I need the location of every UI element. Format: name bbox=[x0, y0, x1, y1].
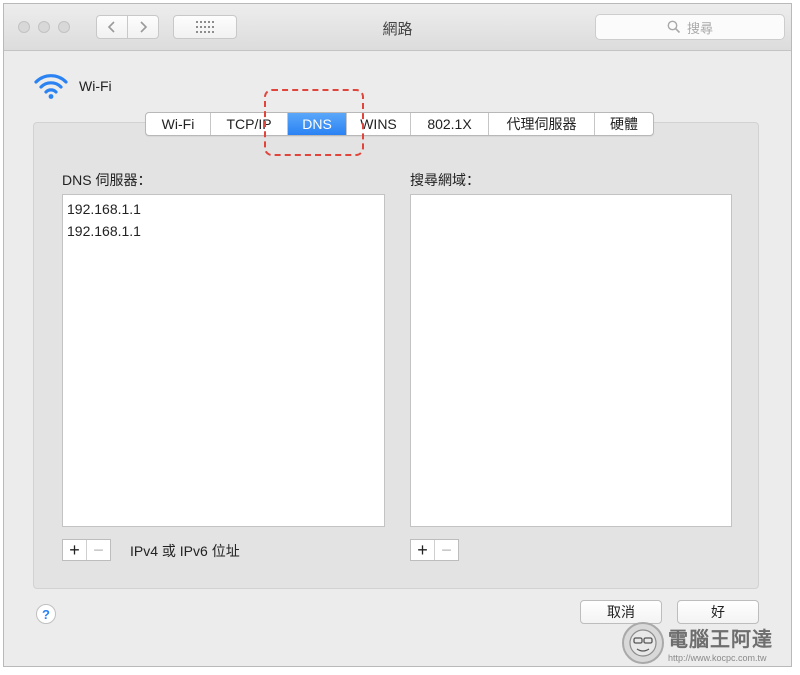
search-icon bbox=[667, 20, 681, 34]
title-bar: 網路 搜尋 bbox=[4, 4, 791, 51]
tab-wins[interactable]: WINS bbox=[347, 113, 411, 135]
mascot-logo-icon bbox=[622, 622, 664, 664]
dns-servers-label: DNS 伺服器： bbox=[62, 172, 152, 188]
list-item[interactable]: 192.168.1.1 bbox=[63, 198, 384, 220]
dns-remove-button[interactable]: − bbox=[87, 540, 110, 560]
list-item[interactable]: 192.168.1.1 bbox=[63, 220, 384, 242]
domains-add-remove-control: + − bbox=[410, 539, 459, 561]
help-button[interactable]: ? bbox=[36, 604, 56, 624]
tab-wifi[interactable]: Wi-Fi bbox=[146, 113, 211, 135]
tab-dns[interactable]: DNS bbox=[288, 113, 347, 135]
domain-remove-button[interactable]: − bbox=[435, 540, 458, 560]
search-domains-label: 搜尋網域： bbox=[410, 172, 480, 188]
domain-add-button[interactable]: + bbox=[411, 540, 435, 560]
settings-tab-bar: Wi-Fi TCP/IP DNS WINS 802.1X 代理伺服器 硬體 bbox=[145, 112, 654, 136]
tab-hardware[interactable]: 硬體 bbox=[595, 113, 653, 135]
interface-name: Wi-Fi bbox=[79, 78, 112, 94]
tab-8021x[interactable]: 802.1X bbox=[411, 113, 489, 135]
search-placeholder: 搜尋 bbox=[686, 20, 713, 36]
dns-add-button[interactable]: + bbox=[63, 540, 87, 560]
site-watermark: 電腦王阿達 http://www.kocpc.com.tw bbox=[622, 622, 773, 664]
tab-tcpip[interactable]: TCP/IP bbox=[211, 113, 288, 135]
watermark-text: 電腦王阿達 http://www.kocpc.com.tw bbox=[668, 623, 773, 663]
search-field[interactable]: 搜尋 bbox=[595, 14, 785, 40]
mascot-face-icon bbox=[629, 629, 657, 657]
interface-header: Wi-Fi bbox=[33, 72, 112, 100]
dns-add-remove-control: + − bbox=[62, 539, 111, 561]
wifi-icon bbox=[34, 74, 68, 99]
watermark-brand: 電腦王阿達 bbox=[668, 629, 773, 651]
search-domains-list[interactable] bbox=[410, 194, 732, 527]
ok-button[interactable]: 好 bbox=[677, 600, 759, 624]
tab-proxies[interactable]: 代理伺服器 bbox=[489, 113, 595, 135]
cancel-button[interactable]: 取消 bbox=[580, 600, 662, 624]
dns-servers-list[interactable]: 192.168.1.1 192.168.1.1 bbox=[62, 194, 385, 527]
dns-address-hint: IPv4 或 IPv6 位址 bbox=[130, 543, 240, 559]
watermark-url: http://www.kocpc.com.tw bbox=[668, 653, 767, 663]
